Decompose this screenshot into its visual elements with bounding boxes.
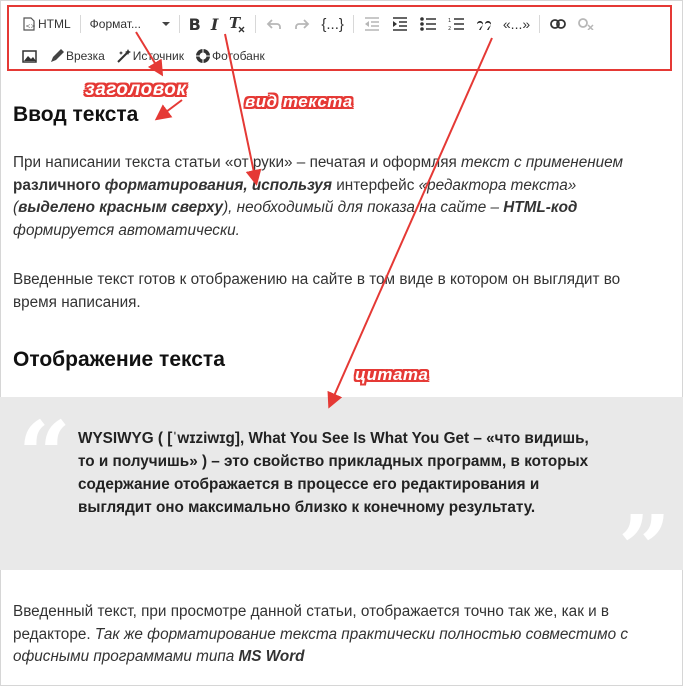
toolbar-row-2: Врезка Источник Фотобанк <box>15 43 664 69</box>
unlink-button[interactable] <box>572 12 600 36</box>
toolbar-row-1: <> HTML Формат... B I T {...} 1 2 «...» <box>15 11 664 37</box>
italic-button[interactable]: I <box>206 12 223 36</box>
blockquote[interactable]: “ WYSIWYG ( [ˈwɪziwɪɡ], What You See Is … <box>0 397 683 595</box>
outdent-icon <box>363 15 381 33</box>
close-quote-icon: ” <box>618 495 671 603</box>
insert-button[interactable]: Врезка <box>43 44 110 68</box>
paragraph-1[interactable]: При написании текста статьи «от руки» – … <box>13 152 651 242</box>
toolbar-separator <box>539 15 541 33</box>
code-block-button[interactable]: {...} <box>316 12 349 36</box>
p1-italic: текст с применением <box>461 154 623 171</box>
blockquote-button[interactable] <box>470 12 498 36</box>
p1-bold-italic: форматирования, используя <box>104 176 332 194</box>
photobank-button-label: Фотобанк <box>212 49 265 63</box>
p1-text: интерфейс <box>331 176 419 194</box>
open-quote-icon: “ <box>18 401 71 509</box>
format-dropdown[interactable]: Формат... <box>85 12 175 36</box>
clear-format-icon: T <box>228 15 246 33</box>
undo-icon <box>265 15 283 33</box>
toolbar-separator <box>255 15 257 33</box>
italic-icon: I <box>210 14 219 34</box>
bullet-list-button[interactable] <box>414 12 442 36</box>
p1-bold: различного <box>13 176 101 194</box>
subheading-text[interactable]: Отображение текста <box>13 348 225 372</box>
camera-aperture-icon <box>194 47 212 65</box>
blockquote-icon <box>475 15 493 33</box>
indent-icon <box>391 15 409 33</box>
svg-text:2: 2 <box>448 26 451 31</box>
html-button-label: HTML <box>38 17 71 31</box>
annotation-quote: цитата <box>355 365 429 384</box>
source-button-label: Источник <box>132 49 185 63</box>
heading-text-input[interactable]: Ввод текста <box>13 103 138 127</box>
link-icon <box>549 15 567 33</box>
chevron-down-icon <box>161 22 170 26</box>
annotation-text-style: вид текста <box>245 92 353 111</box>
p3-italic: Так же форматирование текста практически… <box>13 625 628 666</box>
undo-button[interactable] <box>260 12 288 36</box>
snippet-icon: «...» <box>502 16 531 32</box>
bold-button[interactable]: B <box>184 12 206 36</box>
numbered-list-button[interactable]: 12 <box>442 12 470 36</box>
source-button[interactable]: Источник <box>110 44 189 68</box>
paragraph-3[interactable]: Введенный текст, при просмотре данной ст… <box>13 601 651 669</box>
p1-italic: ), необходимый для показа на сайте – <box>223 199 504 216</box>
clear-format-button[interactable]: T <box>223 12 251 36</box>
numbered-list-icon: 12 <box>447 15 465 33</box>
toolbar-separator <box>79 15 81 33</box>
unlink-icon <box>577 15 595 33</box>
html-button[interactable]: <> HTML <box>15 12 76 36</box>
toolbar-separator <box>352 15 354 33</box>
photobank-button[interactable]: Фотобанк <box>189 44 270 68</box>
magic-wand-icon <box>115 47 133 65</box>
p1-text: При написании текста статьи «от руки» – … <box>13 154 462 171</box>
bold-icon: B <box>188 14 201 34</box>
p3-bold-italic: MS Word <box>238 648 305 665</box>
svg-text:1: 1 <box>448 18 451 24</box>
link-button[interactable] <box>544 12 572 36</box>
redo-button[interactable] <box>288 12 316 36</box>
image-button[interactable] <box>15 44 43 68</box>
editor-toolbar: <> HTML Формат... B I T {...} 1 2 «...» … <box>7 5 672 71</box>
svg-text:T: T <box>229 15 242 32</box>
pencil-icon <box>48 47 66 65</box>
indent-button[interactable] <box>386 12 414 36</box>
snippet-button[interactable]: «...» <box>498 12 535 36</box>
svg-text:<>: <> <box>26 23 36 30</box>
format-dropdown-label: Формат... <box>89 17 141 31</box>
code-icon: {...} <box>321 15 344 33</box>
paragraph-2[interactable]: Введенные текст готов к отображению на с… <box>13 269 651 314</box>
insert-button-label: Врезка <box>66 49 105 63</box>
html-file-icon: <> <box>20 15 38 33</box>
p1-italic: формируется автоматически. <box>13 221 240 239</box>
p1-bold-italic: HTML-код <box>503 199 578 216</box>
toolbar-separator <box>178 15 180 33</box>
bullet-list-icon <box>419 15 437 33</box>
p1-bold-italic: выделено красным сверху <box>18 199 224 216</box>
redo-icon <box>293 15 311 33</box>
outdent-button[interactable] <box>358 12 386 36</box>
blockquote-text: WYSIWYG ( [ˈwɪziwɪɡ], What You See Is Wh… <box>78 430 589 516</box>
annotation-heading: заголовок <box>85 79 187 100</box>
image-icon <box>20 47 38 65</box>
